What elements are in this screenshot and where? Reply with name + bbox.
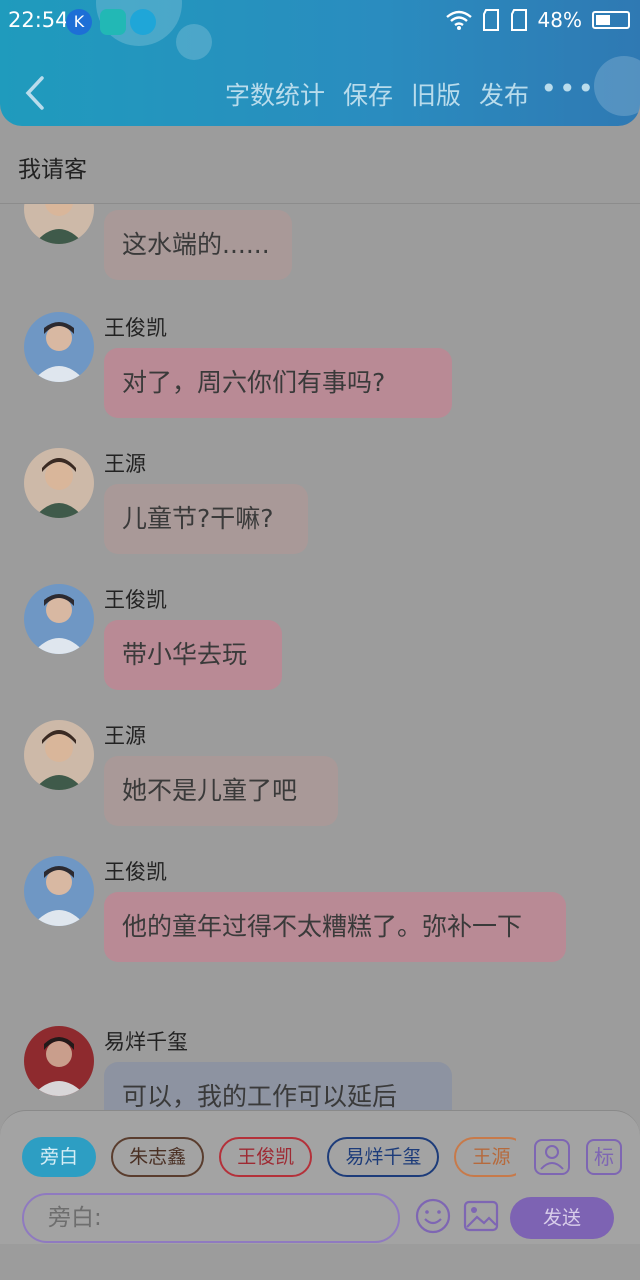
avatar-wangjunkai[interactable] (24, 584, 94, 654)
sender-name: 易烊千玺 (104, 1030, 188, 1054)
sender-name: 王俊凯 (104, 316, 167, 340)
message-input[interactable] (22, 1193, 400, 1243)
chat-list[interactable]: 这水端的...... 王俊凯 对了，周六你们有事吗? 王源 儿童节?干嘛? 王俊… (0, 204, 640, 1110)
message-bubble[interactable]: 对了，周六你们有事吗? (104, 348, 452, 418)
sender-name: 王俊凯 (104, 860, 167, 884)
avatar-wangjunkai[interactable] (24, 312, 94, 382)
avatar-wangjunkai[interactable] (24, 856, 94, 926)
editor-header: 字数统计 保存 旧版 发布 ••• (0, 60, 640, 126)
battery-icon (592, 11, 630, 29)
send-button[interactable]: 发送 (510, 1197, 614, 1239)
story-title[interactable]: 我请客 (18, 150, 87, 184)
back-arrow-icon[interactable] (20, 74, 50, 112)
scan-app-icon (100, 9, 126, 35)
wifi-icon (445, 10, 472, 30)
status-bar: 22:54 K 48% (0, 0, 640, 44)
emoji-icon[interactable] (414, 1197, 452, 1235)
message-bubble[interactable]: 儿童节?干嘛? (104, 484, 308, 554)
image-icon[interactable] (462, 1197, 500, 1235)
basketball-app-icon (130, 9, 156, 35)
role-chip-zhuzhixin[interactable]: 朱志鑫 (111, 1137, 205, 1177)
header-actions: 字数统计 保存 旧版 发布 (225, 76, 529, 112)
bottom-strip (0, 1244, 640, 1280)
word-count-button[interactable]: 字数统计 (225, 76, 325, 112)
avatar-wangyuan[interactable] (24, 204, 94, 244)
k-app-icon: K (66, 9, 92, 35)
message-bubble[interactable]: 可以，我的工作可以延后 (104, 1062, 452, 1110)
role-selector[interactable]: 旁白 朱志鑫 王俊凯 易烊千玺 王源 (22, 1137, 516, 1179)
message-bubble[interactable]: 带小华去玩 (104, 620, 282, 690)
old-version-button[interactable]: 旧版 (411, 76, 461, 112)
role-chip-wangyuan[interactable]: 王源 (454, 1137, 516, 1177)
battery-percent: 48% (537, 8, 582, 32)
avatar-wangyuan[interactable] (24, 720, 94, 790)
sender-name: 王源 (104, 452, 146, 476)
sim1-icon (482, 9, 499, 31)
role-chip-wangjunkai[interactable]: 王俊凯 (219, 1137, 313, 1177)
status-time: 22:54 (8, 8, 69, 32)
message-bubble[interactable]: 这水端的...... (104, 210, 292, 280)
avatar-yiyangqianxi[interactable] (24, 1026, 94, 1096)
sim2-icon (510, 9, 527, 31)
publish-button[interactable]: 发布 (479, 76, 529, 112)
role-chip-narrator[interactable]: 旁白 (22, 1137, 97, 1177)
save-button[interactable]: 保存 (343, 76, 393, 112)
mark-button[interactable]: 标 (586, 1139, 622, 1175)
role-chip-yiyangqianxi[interactable]: 易烊千玺 (327, 1137, 440, 1177)
sender-name: 王源 (104, 724, 146, 748)
add-role-icon[interactable] (534, 1139, 570, 1175)
message-bubble[interactable]: 她不是儿童了吧 (104, 756, 338, 826)
story-title-bar: 我请客 (0, 126, 640, 204)
message-bubble[interactable]: 他的童年过得不太糟糕了。弥补一下 (104, 892, 566, 962)
top-app-bar: 22:54 K 48% 字数统计 保存 旧版 发布 ••• (0, 0, 640, 126)
avatar-wangyuan[interactable] (24, 448, 94, 518)
compose-panel: 旁白 朱志鑫 王俊凯 易烊千玺 王源 标 发送 (0, 1110, 640, 1244)
more-menu-icon[interactable]: ••• (540, 72, 596, 105)
sender-name: 王俊凯 (104, 588, 167, 612)
status-right: 48% (445, 8, 630, 32)
